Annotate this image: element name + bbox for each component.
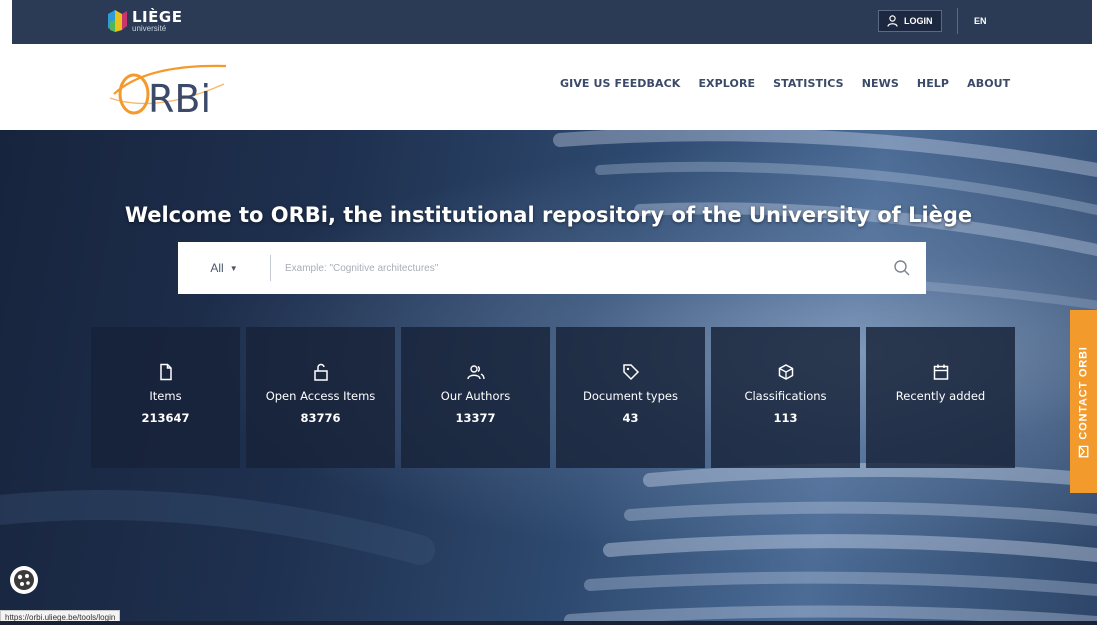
file-icon	[155, 361, 177, 383]
contact-orbi-tab[interactable]: CONTACT ORBI	[1070, 310, 1097, 493]
unlock-icon	[310, 361, 332, 383]
nav-explore[interactable]: EXPLORE	[698, 77, 755, 90]
bottom-edge	[0, 621, 1097, 625]
stat-label: Open Access Items	[265, 389, 376, 403]
university-logo-mark	[108, 10, 127, 32]
cube-icon	[775, 361, 797, 383]
chevron-down-icon: ▼	[229, 263, 238, 273]
users-icon	[465, 361, 487, 383]
stat-classifications[interactable]: Classifications 113	[711, 327, 860, 468]
search-scope-label: All	[210, 261, 224, 275]
stat-items[interactable]: Items 213647	[91, 327, 240, 468]
language-selector[interactable]: EN	[966, 10, 995, 32]
orbi-logo[interactable]: RBi	[106, 54, 256, 120]
stat-value: 43	[622, 411, 639, 425]
login-button[interactable]: LOGIN	[878, 10, 942, 32]
stat-document-types[interactable]: Document types 43	[556, 327, 705, 468]
stat-value: 113	[773, 411, 798, 425]
university-logo[interactable]: LIÈGE université	[106, 5, 182, 37]
calendar-icon	[930, 361, 952, 383]
main-nav: GIVE US FEEDBACK EXPLORE STATISTICS NEWS…	[560, 77, 1010, 90]
nav-news[interactable]: NEWS	[862, 77, 899, 90]
stat-value: 13377	[455, 411, 496, 425]
search-scope-dropdown[interactable]: All ▼	[178, 242, 270, 294]
cookie-icon	[14, 570, 34, 590]
search-input[interactable]	[271, 242, 878, 294]
stat-value: 83776	[300, 411, 341, 425]
language-separator	[957, 8, 958, 34]
tag-icon	[620, 361, 642, 383]
stat-recently-added[interactable]: Recently added	[866, 327, 1015, 468]
stat-label: Items	[149, 389, 182, 403]
contact-orbi-label: CONTACT ORBI	[1077, 345, 1090, 440]
nav-help[interactable]: HELP	[917, 77, 949, 90]
nav-about[interactable]: ABOUT	[967, 77, 1010, 90]
user-icon	[887, 15, 898, 27]
stats-row: Items 213647 Open Access Items 83776 Our…	[91, 327, 1015, 468]
hero-section: Welcome to ORBi, the institutional repos…	[0, 130, 1097, 625]
stat-label: Document types	[583, 389, 678, 403]
university-subtitle: université	[132, 23, 167, 33]
stat-our-authors[interactable]: Our Authors 13377	[401, 327, 550, 468]
search-bar: All ▼	[178, 242, 926, 294]
stat-label: Our Authors	[440, 389, 511, 403]
search-button[interactable]	[878, 242, 926, 294]
stat-value: 213647	[141, 411, 190, 425]
login-label: LOGIN	[904, 16, 933, 26]
site-header: RBi GIVE US FEEDBACK EXPLORE STATISTICS …	[0, 44, 1097, 130]
stat-open-access-items[interactable]: Open Access Items 83776	[246, 327, 395, 468]
university-name: LIÈGE	[132, 7, 183, 26]
nav-statistics[interactable]: STATISTICS	[773, 77, 844, 90]
top-bar: LIÈGE université LOGIN EN	[0, 0, 1097, 44]
hero-title: Welcome to ORBi, the institutional repos…	[124, 203, 973, 227]
cookie-settings-button[interactable]	[10, 566, 38, 594]
orbi-logo-text: RBi	[148, 77, 211, 120]
mail-icon	[1078, 445, 1089, 457]
search-icon	[894, 260, 910, 276]
nav-give-us-feedback[interactable]: GIVE US FEEDBACK	[560, 77, 680, 90]
stat-label: Classifications	[744, 389, 827, 403]
stat-label: Recently added	[895, 389, 986, 403]
